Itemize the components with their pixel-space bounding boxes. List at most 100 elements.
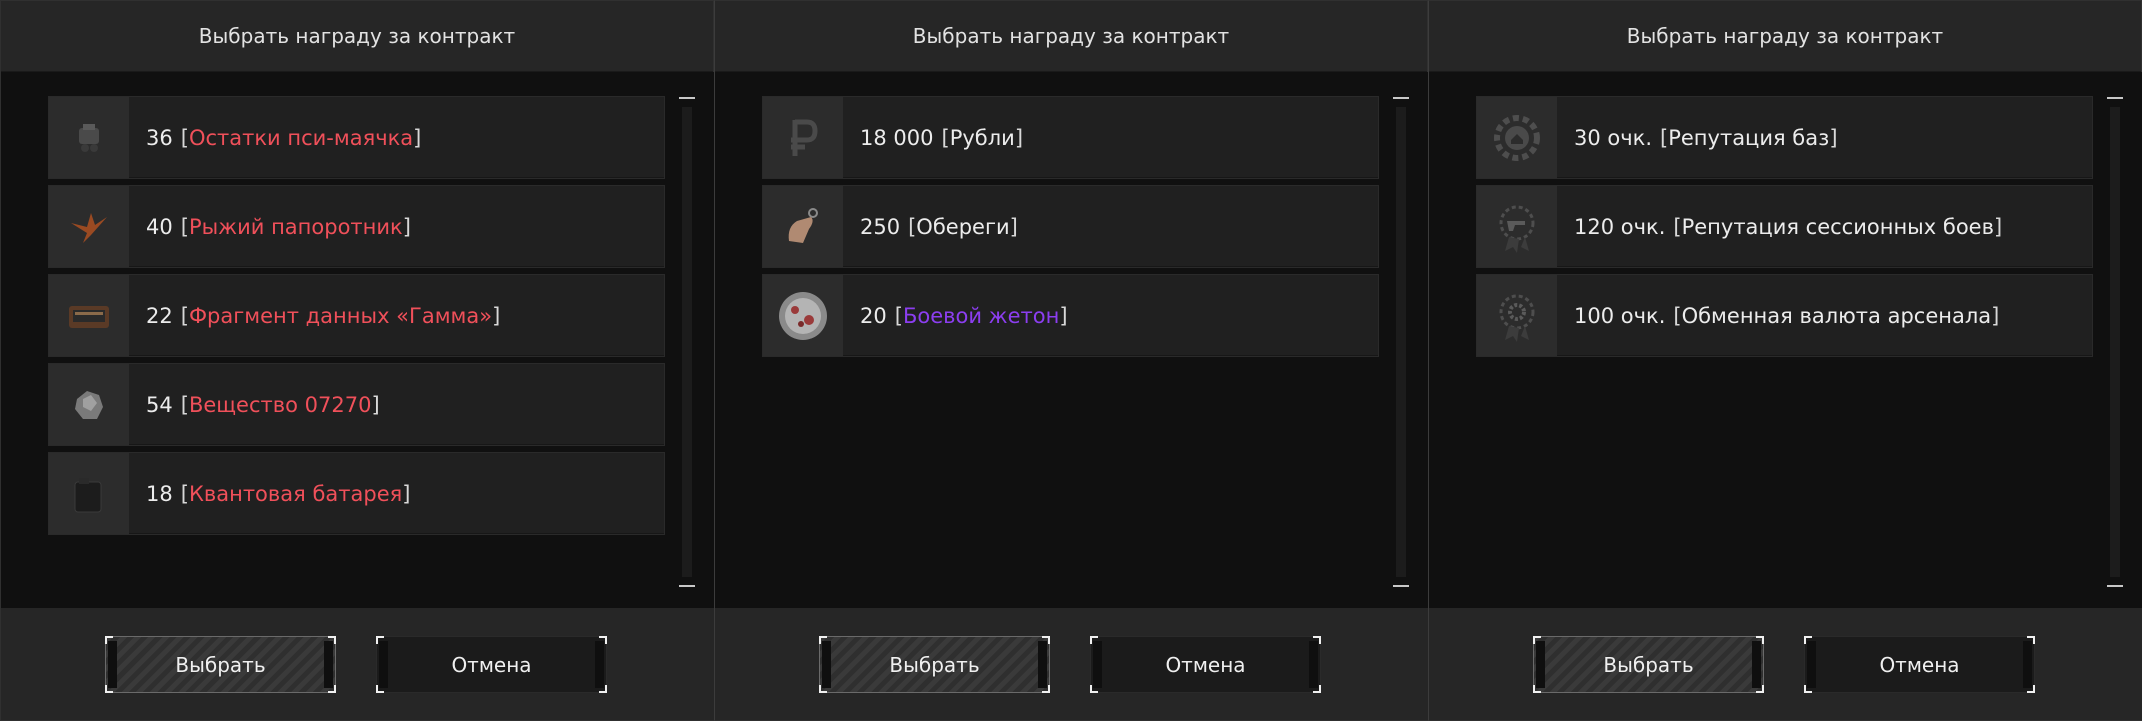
- button-corner: [1042, 636, 1050, 644]
- reward-item-text: 20 [Боевой жетон]: [843, 304, 1068, 328]
- select-button[interactable]: Выбрать: [819, 636, 1050, 693]
- bracket-close: ]: [1014, 125, 1024, 150]
- button-corner: [1313, 636, 1321, 644]
- button-corner: [819, 636, 827, 644]
- reward-item[interactable]: 30 очк. [Репутация баз]: [1476, 96, 2093, 179]
- button-edge: [108, 641, 117, 688]
- select-button-label: Выбрать: [889, 652, 980, 677]
- reward-item[interactable]: 40 [Рыжий папоротник]: [48, 185, 665, 268]
- reward-name: Вещество 07270: [188, 392, 372, 417]
- button-corner: [328, 636, 336, 644]
- reward-name: Квантовая батарея: [188, 481, 403, 506]
- reward-item[interactable]: 22 [Фрагмент данных «Гамма»]: [48, 274, 665, 357]
- cancel-button-label: Отмена: [1165, 652, 1246, 677]
- bracket-open: [: [180, 214, 189, 239]
- button-corner: [1804, 636, 1812, 644]
- reward-name: Обереги: [916, 214, 1010, 239]
- reward-item-text: 18 000 [Рубли]: [843, 126, 1023, 150]
- cancel-button[interactable]: Отмена: [376, 636, 607, 693]
- reward-name: Фрагмент данных «Гамма»: [188, 303, 493, 328]
- scrollbar-track[interactable]: [1396, 107, 1406, 577]
- button-edge: [595, 641, 604, 688]
- base-reputation-icon: [1477, 97, 1557, 178]
- bracket-open: [: [180, 125, 189, 150]
- select-button-label: Выбрать: [1603, 652, 1694, 677]
- button-corner: [105, 636, 113, 644]
- button-edge: [1038, 641, 1047, 688]
- panel-header: Выбрать награду за контракт: [715, 1, 1427, 72]
- battle-token-icon: [763, 275, 843, 356]
- bracket-open: [: [894, 303, 903, 328]
- scrollbar-track[interactable]: [2110, 107, 2120, 577]
- reward-qty: 18 000: [860, 125, 934, 150]
- reward-qty: 40: [146, 214, 173, 239]
- reward-item[interactable]: 120 очк. [Репутация сессионных боев]: [1476, 185, 2093, 268]
- reward-panel-2: Выбрать награду за контракт 18 000 [Рубли…: [714, 0, 1429, 721]
- panel-header: Выбрать награду за контракт: [1, 1, 713, 72]
- scrollbar-cap-top: [679, 97, 695, 99]
- reward-item-text: 22 [Фрагмент данных «Гамма»]: [129, 304, 500, 328]
- amulet-icon: [763, 186, 843, 267]
- select-button[interactable]: Выбрать: [1533, 636, 1764, 693]
- reward-qty: 120 очк.: [1574, 214, 1666, 239]
- ruble-icon: [763, 97, 843, 178]
- button-edge: [1807, 641, 1816, 688]
- reward-item[interactable]: 54 [Вещество 07270]: [48, 363, 665, 446]
- panel-footer: Выбрать Отмена: [715, 608, 1429, 720]
- reward-name: Репутация сессионных боев: [1681, 214, 1994, 239]
- cancel-button-label: Отмена: [1879, 652, 1960, 677]
- reward-item[interactable]: 18 [Квантовая батарея]: [48, 452, 665, 535]
- reward-item[interactable]: 36 [Остатки пси-маячка]: [48, 96, 665, 179]
- reward-list-area: 18 000 [Рубли] 250 [Обереги] 20 [Боевой …: [715, 72, 1429, 609]
- button-edge: [1093, 641, 1102, 688]
- reward-item[interactable]: 250 [Обереги]: [762, 185, 1379, 268]
- arsenal-currency-icon: [1477, 275, 1557, 356]
- reward-item-text: 18 [Квантовая батарея]: [129, 482, 410, 506]
- reward-qty: 250: [860, 214, 901, 239]
- scrollbar[interactable]: [1393, 97, 1409, 587]
- bracket-close: ]: [402, 214, 411, 239]
- reward-item-text: 54 [Вещество 07270]: [129, 393, 380, 417]
- reward-item[interactable]: 18 000 [Рубли]: [762, 96, 1379, 179]
- reward-item[interactable]: 100 очк. [Обменная валюта арсенала]: [1476, 274, 2093, 357]
- panel-title: Выбрать награду за контракт: [1626, 24, 1944, 48]
- reward-name: Рыжий папоротник: [188, 214, 403, 239]
- button-corner: [599, 685, 607, 693]
- button-edge: [1536, 641, 1545, 688]
- reward-item-text: 100 очк. [Обменная валюта арсенала]: [1557, 304, 1999, 328]
- bracket-close: ]: [1993, 214, 2003, 239]
- button-edge: [2023, 641, 2032, 688]
- select-button[interactable]: Выбрать: [105, 636, 336, 693]
- scrollbar-track[interactable]: [682, 107, 692, 577]
- scrollbar[interactable]: [2107, 97, 2123, 587]
- bracket-close: ]: [1991, 303, 2000, 328]
- bracket-open: [: [1673, 303, 1682, 328]
- scrollbar[interactable]: [679, 97, 695, 587]
- cancel-button[interactable]: Отмена: [1090, 636, 1321, 693]
- reward-item-text: 36 [Остатки пси-маячка]: [129, 126, 421, 150]
- fern-icon: [49, 186, 129, 267]
- bracket-close: ]: [371, 392, 380, 417]
- reward-item-text: 250 [Обереги]: [843, 215, 1018, 239]
- scrollbar-cap-top: [1393, 97, 1409, 99]
- reward-item[interactable]: 20 [Боевой жетон]: [762, 274, 1379, 357]
- select-button-label: Выбрать: [175, 652, 266, 677]
- bracket-close: ]: [1059, 303, 1068, 328]
- scrollbar-cap-bottom: [2107, 585, 2123, 587]
- data-fragment-icon: [49, 275, 129, 356]
- bracket-close: ]: [1009, 214, 1018, 239]
- button-corner: [1756, 685, 1764, 693]
- button-corner: [2027, 636, 2035, 644]
- button-corner: [1090, 636, 1098, 644]
- bracket-close: ]: [492, 303, 501, 328]
- cancel-button[interactable]: Отмена: [1804, 636, 2035, 693]
- button-corner: [1313, 685, 1321, 693]
- reward-name: Репутация баз: [1668, 125, 1830, 150]
- button-corner: [1090, 685, 1098, 693]
- panel-title: Выбрать награду за контракт: [912, 24, 1230, 48]
- button-edge: [324, 641, 333, 688]
- bracket-open: [: [1660, 125, 1669, 150]
- bracket-open: [: [1673, 214, 1682, 239]
- button-corner: [1756, 636, 1764, 644]
- psi-beacon-icon: [49, 97, 129, 178]
